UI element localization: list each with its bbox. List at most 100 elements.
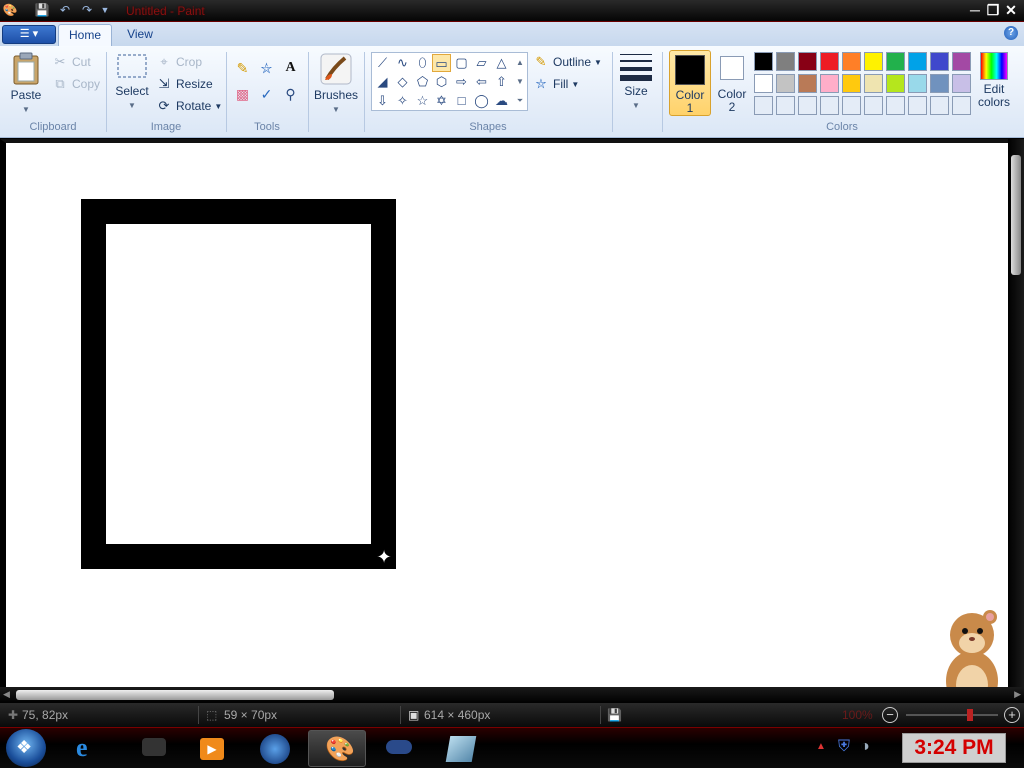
palette-swatch[interactable]	[798, 74, 817, 93]
crop-button[interactable]: ⌖ Crop	[156, 54, 202, 70]
vertical-scrollbar[interactable]	[1008, 139, 1024, 687]
palette-swatch[interactable]	[952, 52, 971, 71]
palette-swatch[interactable]	[864, 74, 883, 93]
canvas-area[interactable]: ✦	[0, 139, 1008, 712]
color1-button[interactable]: Color 1	[669, 50, 711, 116]
empty-custom-swatch[interactable]	[754, 96, 773, 115]
palette-swatch[interactable]	[820, 52, 839, 71]
pentagon-shape-icon[interactable]: ⬠	[413, 73, 432, 91]
palette-swatch[interactable]	[754, 52, 773, 71]
brushes-button[interactable]: Brushes ▼	[312, 52, 360, 116]
palette-swatch[interactable]	[886, 52, 905, 71]
palette-swatch[interactable]	[776, 52, 795, 71]
undo-icon[interactable]: ↶	[56, 3, 74, 18]
palette-swatch[interactable]	[842, 52, 861, 71]
vertical-scroll-thumb[interactable]	[1011, 155, 1021, 275]
close-button[interactable]: ✕	[1002, 1, 1020, 19]
shapes-expand-icon[interactable]: ⏷	[514, 91, 526, 110]
pencil-icon[interactable]: ✎	[232, 57, 253, 78]
triangle-shape-icon[interactable]: △	[492, 54, 511, 72]
paint-app-icon[interactable]: 🎨	[2, 3, 18, 18]
empty-custom-swatch[interactable]	[776, 96, 795, 115]
right-arrow-shape-icon[interactable]: ⇨	[452, 73, 471, 91]
right-triangle-shape-icon[interactable]: ◢	[373, 73, 392, 91]
outline-button[interactable]: ✎ Outline ▼	[533, 54, 602, 70]
cloud-callout-shape-icon[interactable]: ☁	[492, 92, 511, 110]
horizontal-scrollbar[interactable]: ◀ ▶	[0, 687, 1024, 703]
rotate-button[interactable]: ⟳ Rotate ▼	[156, 98, 223, 114]
tab-home[interactable]: Home	[58, 24, 112, 46]
customize-quick-access-icon[interactable]: ▼	[99, 3, 111, 18]
zoom-slider-track[interactable]	[906, 714, 998, 716]
taskbar-media-player[interactable]: ▶	[182, 730, 240, 767]
zoom-in-button[interactable]: +	[1004, 707, 1020, 723]
rounded-rectangle-shape-icon[interactable]: ▢	[452, 54, 471, 72]
palette-swatch[interactable]	[864, 52, 883, 71]
cut-button[interactable]: ✂ Cut	[52, 54, 91, 70]
line-shape-icon[interactable]: ⟋	[373, 54, 392, 72]
empty-custom-swatch[interactable]	[930, 96, 949, 115]
taskbar-item-app3[interactable]	[432, 730, 490, 767]
resize-button[interactable]: ⇲ Resize	[156, 76, 213, 92]
empty-custom-swatch[interactable]	[908, 96, 927, 115]
select-button[interactable]: Select ▼	[112, 52, 152, 112]
palette-swatch[interactable]	[754, 74, 773, 93]
shield-icon[interactable]: ⛨	[838, 738, 850, 756]
start-button[interactable]: ❖	[6, 729, 46, 767]
palette-swatch[interactable]	[952, 74, 971, 93]
eraser-icon[interactable]: ▩	[232, 83, 253, 104]
six-point-star-shape-icon[interactable]: ✡	[432, 92, 451, 110]
diamond-shape-icon[interactable]: ◇	[393, 73, 412, 91]
five-point-star-shape-icon[interactable]: ☆	[413, 92, 432, 110]
taskbar-internet-explorer[interactable]: e	[60, 730, 118, 767]
rectangle-shape-icon[interactable]: ▭	[432, 54, 451, 72]
oval-callout-shape-icon[interactable]: ◯	[472, 92, 491, 110]
palette-swatch[interactable]	[930, 52, 949, 71]
empty-custom-swatch[interactable]	[952, 96, 971, 115]
palette-swatch[interactable]	[842, 74, 861, 93]
text-tool-icon[interactable]: A	[280, 57, 301, 78]
empty-custom-swatch[interactable]	[798, 96, 817, 115]
fill-button[interactable]: ⛦ Fill ▼	[533, 76, 579, 92]
zoom-slider-thumb[interactable]	[967, 709, 973, 721]
palette-swatch[interactable]	[820, 74, 839, 93]
palette-swatch[interactable]	[908, 74, 927, 93]
polygon-shape-icon[interactable]: ▱	[472, 54, 491, 72]
edit-colors-button[interactable]: Edit colors	[974, 52, 1014, 109]
empty-custom-swatch[interactable]	[864, 96, 883, 115]
palette-swatch[interactable]	[798, 52, 817, 71]
taskbar-globe[interactable]	[246, 730, 304, 767]
tab-view[interactable]: View	[116, 24, 164, 46]
taskbar-paint[interactable]: 🎨	[308, 730, 366, 767]
fill-bucket-icon[interactable]: ⛦	[256, 57, 277, 78]
maximize-button[interactable]: ❐	[984, 1, 1002, 19]
left-arrow-shape-icon[interactable]: ⇦	[472, 73, 491, 91]
oval-shape-icon[interactable]: ⬯	[413, 54, 432, 72]
show-hidden-icons-icon[interactable]: ▲	[816, 741, 826, 752]
magnifier-icon[interactable]: ⚲	[280, 83, 301, 104]
zoom-out-button[interactable]: −	[882, 707, 898, 723]
copy-button[interactable]: ⧉ Copy	[52, 76, 100, 92]
size-button[interactable]: Size ▼	[617, 52, 655, 112]
down-arrow-shape-icon[interactable]: ⇩	[373, 92, 392, 110]
paste-button[interactable]: Paste ▼	[6, 52, 46, 116]
shapes-scroll-up-icon[interactable]: ▲	[514, 53, 526, 72]
quick-save-icon[interactable]: 💾	[34, 3, 50, 18]
color-picker-icon[interactable]: ✓	[256, 83, 277, 104]
palette-swatch[interactable]	[886, 74, 905, 93]
minimize-button[interactable]: ─	[966, 1, 984, 19]
four-point-star-shape-icon[interactable]: ✧	[393, 92, 412, 110]
taskbar-clock[interactable]: 3:24 PM	[902, 733, 1006, 763]
palette-swatch[interactable]	[776, 74, 795, 93]
color2-button[interactable]: Color 2	[712, 50, 752, 116]
redo-icon[interactable]: ↷	[78, 3, 96, 18]
taskbar-item-app2[interactable]	[370, 730, 428, 767]
scroll-right-icon[interactable]: ▶	[1014, 689, 1021, 700]
up-arrow-shape-icon[interactable]: ⇧	[492, 73, 511, 91]
taskbar-item-app1[interactable]	[124, 730, 182, 767]
rounded-callout-shape-icon[interactable]: □	[452, 92, 471, 110]
curve-shape-icon[interactable]: ∿	[393, 54, 412, 72]
paint-menu-button[interactable]: ☰ ▾	[2, 25, 56, 44]
horizontal-scroll-thumb[interactable]	[16, 690, 334, 700]
empty-custom-swatch[interactable]	[886, 96, 905, 115]
